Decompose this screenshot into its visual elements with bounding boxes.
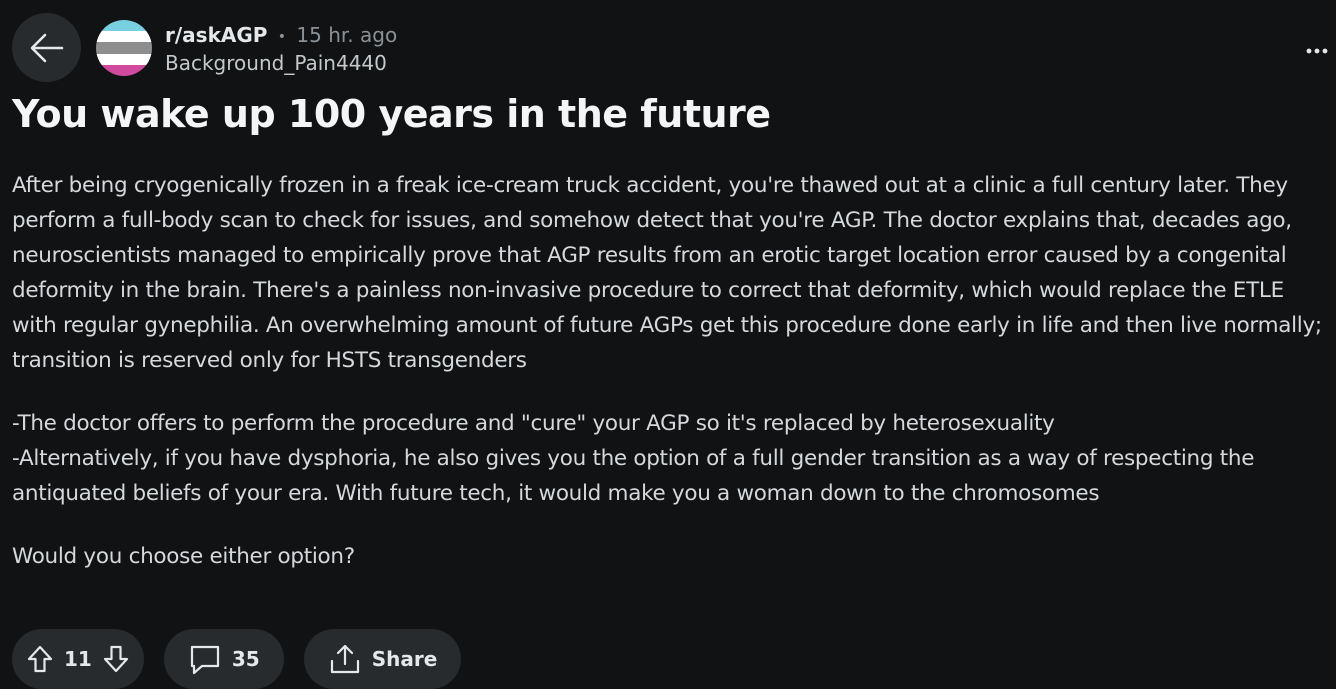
share-button[interactable]: Share: [303, 629, 462, 689]
avatar-stripe-gray: [96, 42, 152, 54]
post-paragraph: -The doctor offers to perform the proced…: [12, 411, 1255, 506]
post-actions: 11 35 Share: [12, 629, 462, 689]
share-label: Share: [371, 647, 438, 671]
post-paragraph: Would you choose either option?: [12, 544, 355, 569]
avatar-stripe-pink: [96, 64, 152, 76]
downvote-arrow-icon[interactable]: [102, 644, 130, 674]
upvote-arrow-icon[interactable]: [26, 644, 54, 674]
subreddit-avatar[interactable]: [96, 20, 152, 76]
back-button[interactable]: [12, 13, 81, 82]
vote-count: 11: [64, 647, 92, 671]
share-icon: [330, 644, 359, 674]
comments-button[interactable]: 35: [163, 629, 284, 689]
vote-control: 11: [12, 629, 144, 689]
avatar-stripe-white: [96, 53, 152, 65]
post-title: You wake up 100 years in the future: [12, 92, 771, 136]
back-arrow-icon: [30, 33, 63, 62]
post-body: After being cryogenically frozen in a fr…: [12, 168, 1330, 602]
post-meta: r/askAGP • 15 hr. ago Background_Pain444…: [165, 22, 397, 76]
author-link[interactable]: Background_Pain4440: [165, 50, 397, 76]
post-paragraph: After being cryogenically frozen in a fr…: [12, 173, 1322, 373]
more-options-icon: [1306, 48, 1328, 54]
avatar-stripe-light-blue: [96, 20, 152, 32]
comment-bubble-icon: [190, 645, 219, 675]
post-time: 15 hr. ago: [296, 23, 398, 47]
more-options-button[interactable]: [1306, 36, 1328, 56]
meta-separator: •: [277, 28, 287, 45]
comment-count: 35: [231, 647, 260, 671]
avatar-stripe-white: [96, 31, 152, 43]
subreddit-link[interactable]: r/askAGP: [165, 23, 267, 47]
